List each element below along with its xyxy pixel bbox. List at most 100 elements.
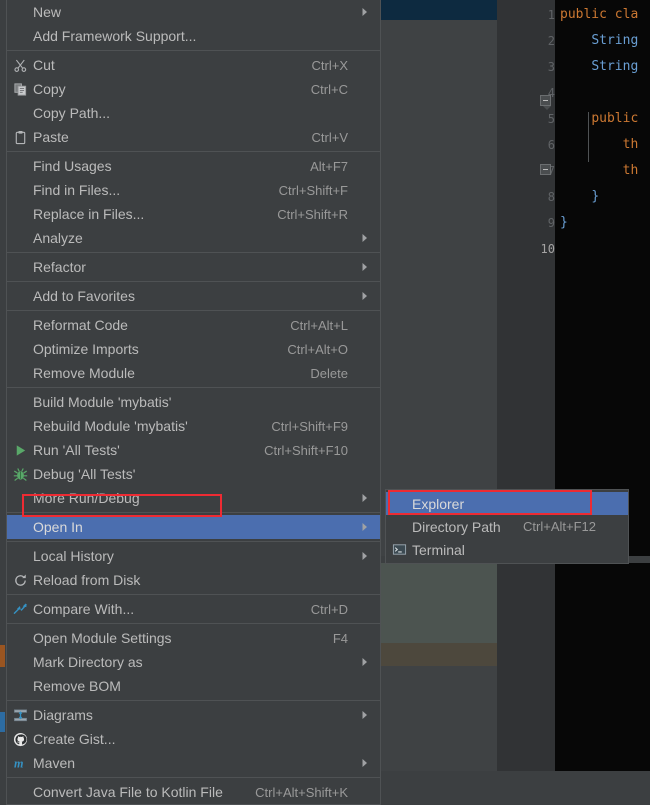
- menu-item-label: Create Gist...: [33, 731, 116, 747]
- menu-item-icon-slot: [7, 101, 33, 125]
- menu-item-icon-slot: [7, 226, 33, 250]
- menu-separator: [7, 50, 380, 51]
- project-tree-selection-block[interactable]: [381, 563, 497, 643]
- scissors-icon: [7, 53, 33, 77]
- maven-icon: m: [7, 751, 33, 775]
- editor-code-line: public cla: [560, 7, 639, 22]
- menu-item-icon-slot: [7, 361, 33, 385]
- chevron-right-icon: [358, 493, 372, 503]
- menu-item-label: Debug 'All Tests': [33, 466, 136, 482]
- tool-strip-marker-orange: [0, 645, 5, 667]
- editor-code-line: th: [622, 163, 639, 178]
- menu-item-more-run-debug[interactable]: More Run/Debug: [7, 486, 380, 510]
- menu-item-label: More Run/Debug: [33, 490, 140, 506]
- menu-separator: [7, 281, 380, 282]
- editor-line-number: 8: [547, 190, 555, 204]
- menu-item-label: Run 'All Tests': [33, 442, 120, 458]
- menu-item-maven[interactable]: m Maven: [7, 751, 380, 775]
- menu-item-icon-slot: [7, 337, 33, 361]
- editor-line-number-gutter: 1 2 3 4 5 6 7 8 9 10: [497, 0, 555, 256]
- menu-item-cut[interactable]: Cut Ctrl+X: [7, 53, 380, 77]
- menu-item-icon-slot: [7, 255, 33, 279]
- menu-item-shortcut: Ctrl+C: [310, 81, 348, 97]
- menu-item-label: Maven: [33, 755, 76, 771]
- editor-line-number: 9: [547, 216, 555, 230]
- menu-item-shortcut: Ctrl+Shift+F9: [271, 418, 348, 434]
- debug-icon: [7, 462, 33, 486]
- menu-item-label: Paste: [33, 129, 69, 145]
- chevron-right-icon: [358, 522, 372, 532]
- menu-item-refactor[interactable]: Refactor: [7, 255, 380, 279]
- menu-item-icon-slot: [7, 313, 33, 337]
- menu-item-new[interactable]: New: [7, 0, 380, 24]
- menu-item-mark-directory-as[interactable]: Mark Directory as: [7, 650, 380, 674]
- menu-item-local-history[interactable]: Local History: [7, 544, 380, 568]
- menu-item-run-all-tests[interactable]: Run 'All Tests' Ctrl+Shift+F10: [7, 438, 380, 462]
- menu-item-paste[interactable]: Paste Ctrl+V: [7, 125, 380, 149]
- editor-source-code[interactable]: public cla String String public th th }}: [560, 0, 650, 240]
- submenu-item-terminal[interactable]: Terminal: [386, 538, 628, 561]
- menu-separator: [7, 777, 380, 778]
- open-in-submenu[interactable]: Explorer Directory Path Ctrl+Alt+F12 Termin…: [385, 489, 629, 564]
- menu-item-open-in[interactable]: Open In: [7, 515, 380, 539]
- menu-item-build-module-mybatis[interactable]: Build Module 'mybatis': [7, 390, 380, 414]
- menu-item-add-framework-support[interactable]: Add Framework Support...: [7, 24, 380, 48]
- menu-item-analyze[interactable]: Analyze: [7, 226, 380, 250]
- menu-item-reformat-code[interactable]: Reformat Code Ctrl+Alt+L: [7, 313, 380, 337]
- menu-item-copy[interactable]: Copy Ctrl+C: [7, 77, 380, 101]
- menu-item-add-to-favorites[interactable]: Add to Favorites: [7, 284, 380, 308]
- menu-item-shortcut: F4: [332, 630, 348, 646]
- menu-item-icon-slot: [7, 650, 33, 674]
- menu-item-label: Rebuild Module 'mybatis': [33, 418, 188, 434]
- menu-item-icon-slot: [7, 674, 33, 698]
- compare-icon: [7, 597, 33, 621]
- project-tool-window-lower-panel[interactable]: [381, 666, 497, 771]
- project-view-context-menu[interactable]: New Add Framework Support... Cut Ctrl+X Copy…: [6, 0, 381, 805]
- menu-item-remove-module[interactable]: Remove Module Delete: [7, 361, 380, 385]
- menu-item-find-in-files[interactable]: Find in Files... Ctrl+Shift+F: [7, 178, 380, 202]
- menu-item-label: Open In: [33, 519, 83, 535]
- menu-item-icon-slot: [7, 515, 33, 539]
- code-fold-marker-open[interactable]: [540, 95, 551, 110]
- menu-item-label: Diagrams: [33, 707, 93, 723]
- menu-item-open-module-settings[interactable]: Open Module Settings F4: [7, 626, 380, 650]
- menu-item-icon-slot: [7, 780, 33, 804]
- menu-item-debug-all-tests[interactable]: Debug 'All Tests': [7, 462, 380, 486]
- code-fold-marker-close[interactable]: [540, 164, 551, 175]
- menu-item-reload-from-disk[interactable]: Reload from Disk: [7, 568, 380, 592]
- menu-item-diagrams[interactable]: Diagrams: [7, 703, 380, 727]
- menu-separator: [7, 594, 380, 595]
- submenu-item-explorer[interactable]: Explorer: [386, 492, 628, 515]
- menu-item-label: Find Usages: [33, 158, 112, 174]
- editor-line-number: 6: [547, 138, 555, 152]
- editor-code-line: String: [591, 33, 639, 48]
- editor-line-number: 1: [547, 8, 555, 22]
- tool-strip-marker-blue: [0, 712, 5, 732]
- menu-item-icon-slot: [7, 202, 33, 226]
- menu-separator: [7, 512, 380, 513]
- menu-item-remove-bom[interactable]: Remove BOM: [7, 674, 380, 698]
- menu-item-label: Compare With...: [33, 601, 135, 617]
- project-tree-focus-block[interactable]: [381, 643, 497, 666]
- menu-item-optimize-imports[interactable]: Optimize Imports Ctrl+Alt+O: [7, 337, 380, 361]
- chevron-right-icon: [358, 233, 372, 243]
- menu-item-icon-slot: [7, 284, 33, 308]
- editor-tab-strip[interactable]: [381, 0, 497, 20]
- menu-separator: [7, 387, 380, 388]
- menu-item-copy-path[interactable]: Copy Path...: [7, 101, 380, 125]
- menu-item-compare-with[interactable]: Compare With... Ctrl+D: [7, 597, 380, 621]
- submenu-item-icon-slot: [386, 515, 412, 539]
- diagram-icon: [7, 703, 33, 727]
- menu-item-rebuild-module-mybatis[interactable]: Rebuild Module 'mybatis' Ctrl+Shift+F9: [7, 414, 380, 438]
- menu-item-replace-in-files[interactable]: Replace in Files... Ctrl+Shift+R: [7, 202, 380, 226]
- menu-item-find-usages[interactable]: Find Usages Alt+F7: [7, 154, 380, 178]
- editor-code-line: }: [591, 189, 600, 204]
- menu-item-create-gist[interactable]: Create Gist...: [7, 727, 380, 751]
- menu-item-icon-slot: [7, 544, 33, 568]
- terminal-icon: [386, 538, 412, 562]
- menu-item-convert-java-file-to-kotlin-file[interactable]: Convert Java File to Kotlin File Ctrl+Alt…: [7, 780, 380, 804]
- submenu-item-label: Explorer: [412, 495, 465, 512]
- menu-item-shortcut: Ctrl+Shift+F: [278, 182, 348, 198]
- menu-item-shortcut: Ctrl+Alt+O: [287, 341, 348, 357]
- submenu-item-directory-path[interactable]: Directory Path Ctrl+Alt+F12: [386, 515, 628, 538]
